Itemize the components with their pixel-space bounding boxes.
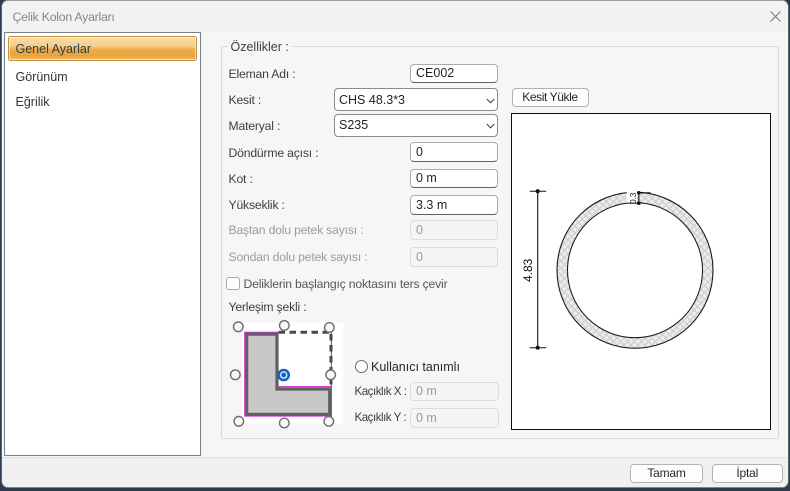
svg-text:4.83: 4.83 xyxy=(521,258,535,282)
svg-text:0.3: 0.3 xyxy=(629,192,638,204)
